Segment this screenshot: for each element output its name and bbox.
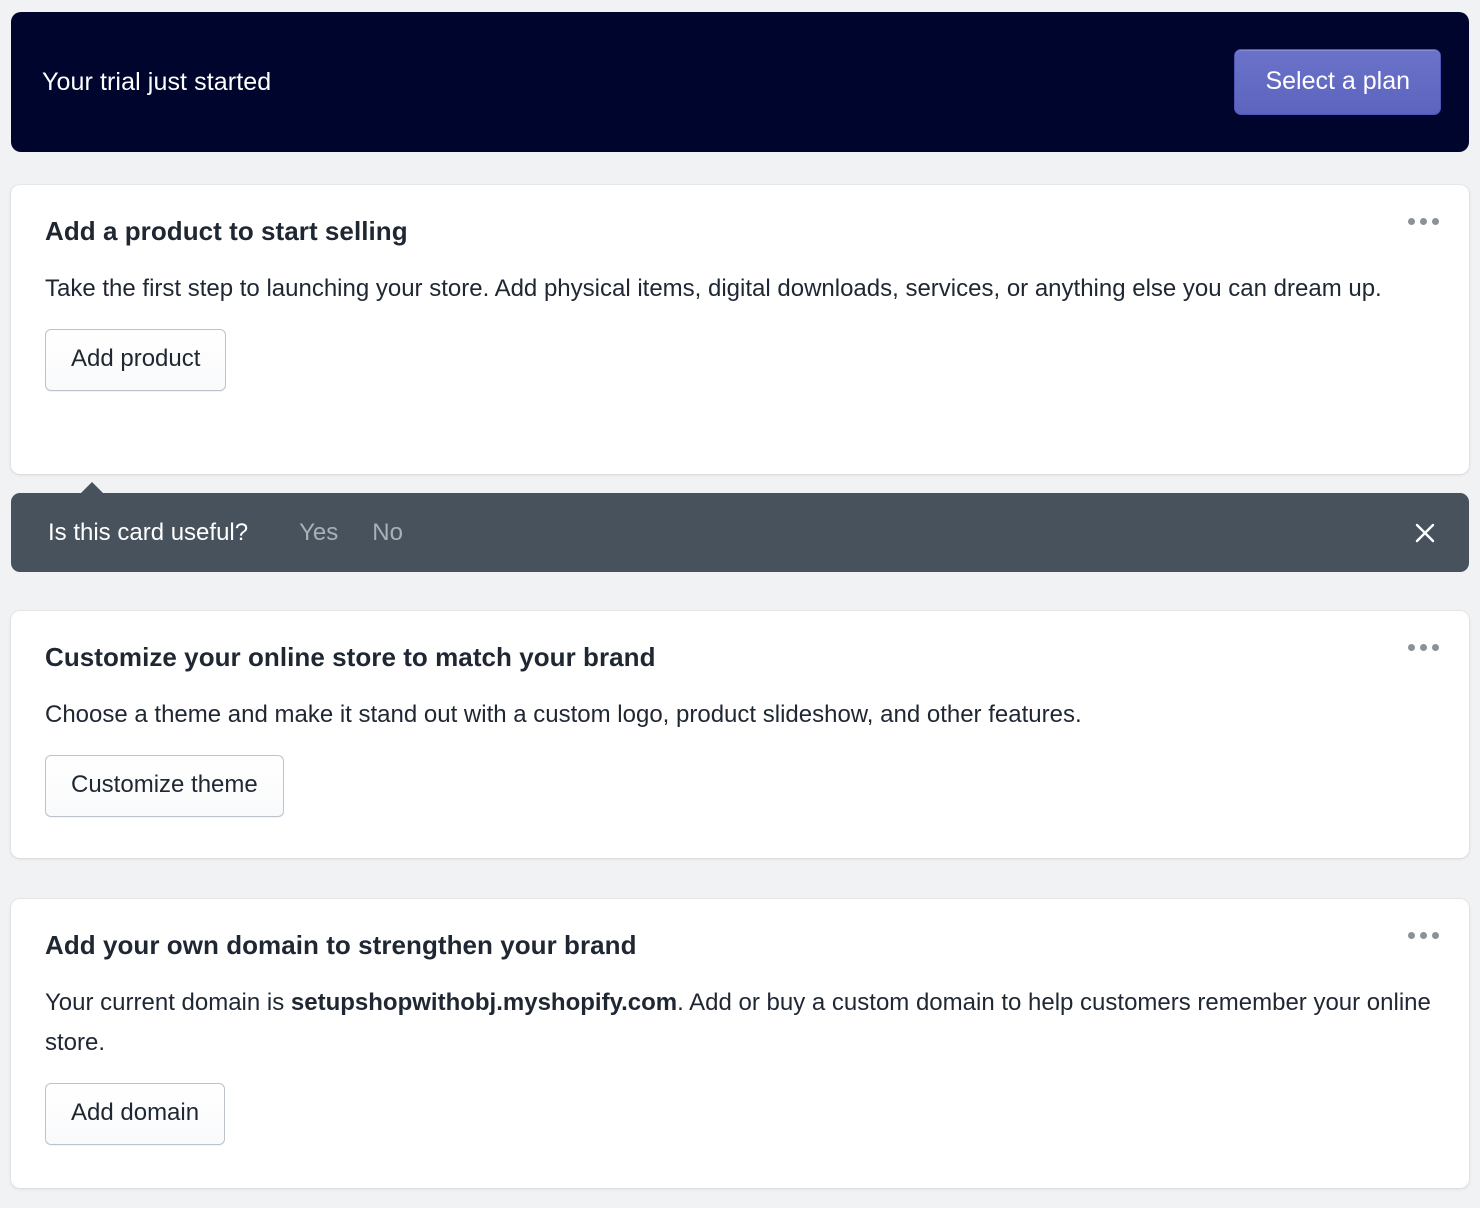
card-title: Add a product to start selling (45, 216, 408, 246)
customize-theme-button[interactable]: Customize theme (45, 755, 284, 817)
card-body-text: Choose a theme and make it stand out wit… (45, 701, 1082, 728)
card-body-emphasis: setupshopwithobj.myshopify.com (290, 989, 678, 1016)
setup-guide-page: Your trial just started Select a plan Ad… (0, 0, 1480, 1208)
ellipsis-icon-dot-1 (1407, 643, 1415, 651)
ellipsis-icon-dot-1 (1407, 217, 1415, 225)
card-body: Choose a theme and make it stand out wit… (45, 695, 1435, 735)
trial-banner-message: Your trial just started (42, 68, 272, 96)
card-add-product: Add a product to start selling Take the … (11, 185, 1469, 474)
ellipsis-icon-dot-2 (1419, 643, 1427, 651)
ellipsis-icon-dot-2 (1419, 217, 1427, 225)
feedback-close-button[interactable] (1405, 513, 1445, 553)
card-body-text: Take the first step to launching your st… (45, 275, 1382, 302)
select-a-plan-button[interactable]: Select a plan (1234, 49, 1441, 115)
feedback-pointer-arrow (81, 482, 103, 493)
card-body: Your current domain is setupshopwithobj.… (45, 983, 1435, 1063)
card-menu-button[interactable] (1401, 203, 1445, 239)
add-product-button[interactable]: Add product (45, 329, 227, 391)
ellipsis-icon-dot-3 (1431, 217, 1439, 225)
card-menu-button[interactable] (1401, 917, 1445, 953)
card-add-domain: Add your own domain to strengthen your b… (11, 899, 1469, 1188)
ellipsis-icon-dot-1 (1407, 931, 1415, 939)
card-title: Add your own domain to strengthen your b… (45, 930, 637, 960)
card-menu-button[interactable] (1401, 629, 1445, 665)
add-domain-button[interactable]: Add domain (45, 1083, 226, 1145)
ellipsis-icon-dot-3 (1431, 643, 1439, 651)
ellipsis-icon-dot-3 (1431, 931, 1439, 939)
trial-banner: Your trial just started Select a plan (11, 12, 1469, 152)
card-feedback-bar: Is this card useful? Yes No (11, 482, 1469, 572)
ellipsis-icon-dot-2 (1419, 931, 1427, 939)
card-body-text: Your current domain is (45, 989, 291, 1016)
card-customize-theme: Customize your online store to match you… (11, 611, 1469, 858)
card-body: Take the first step to launching your st… (45, 269, 1435, 309)
feedback-no-button[interactable]: No (372, 519, 403, 547)
card-title: Customize your online store to match you… (45, 642, 656, 672)
feedback-question-label: Is this card useful? (48, 518, 249, 546)
close-icon (1415, 523, 1435, 542)
feedback-yes-button[interactable]: Yes (299, 519, 338, 547)
